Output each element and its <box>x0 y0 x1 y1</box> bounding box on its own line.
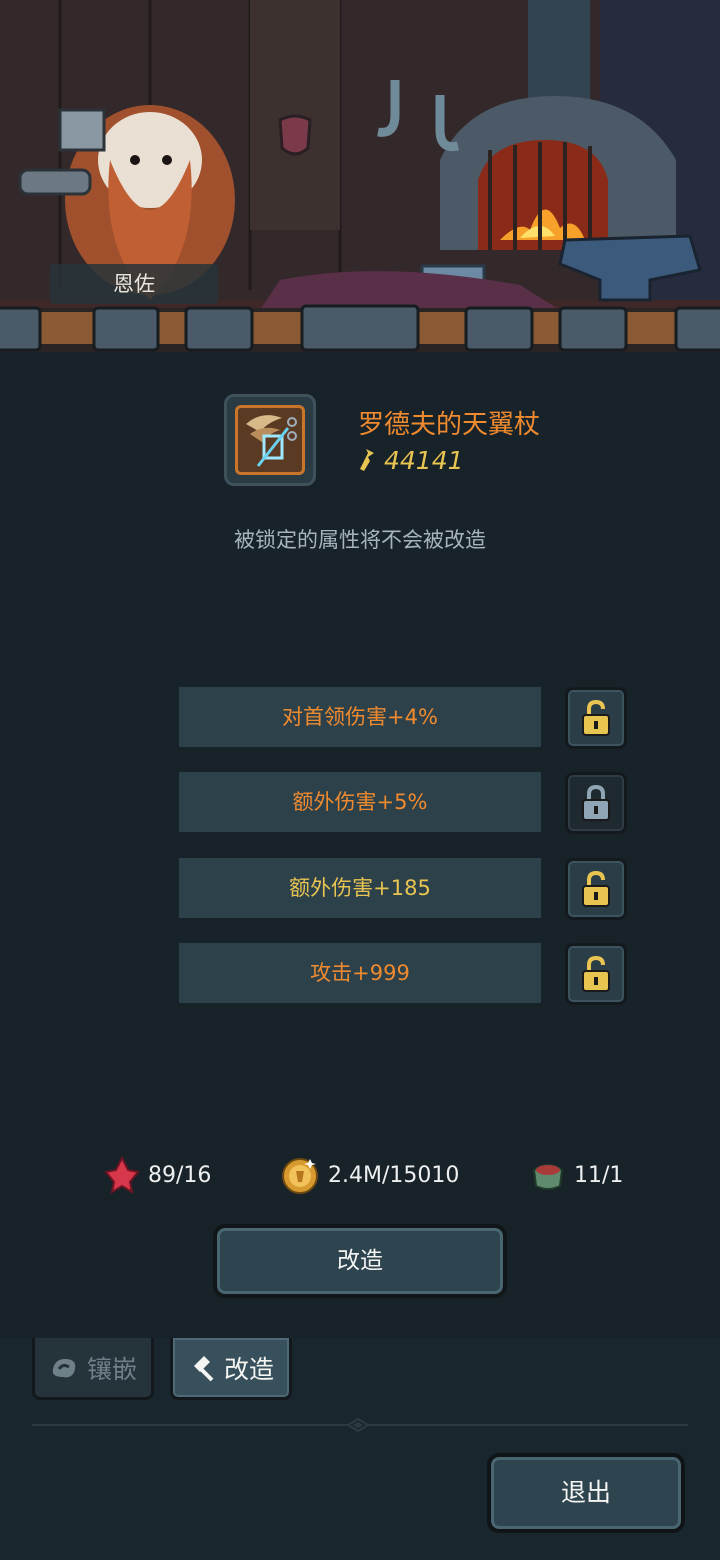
resource-crystal: 89/16 <box>104 1154 211 1196</box>
exit-button[interactable]: 退出 <box>487 1453 685 1533</box>
lock-toggle-1[interactable] <box>565 687 627 749</box>
reforge-stone-icon <box>532 1164 564 1190</box>
gold-coin-icon <box>282 1158 318 1194</box>
tab-reforge[interactable]: 改造 <box>170 1338 292 1400</box>
lock-hint-text: 被锁定的属性将不会被改造 <box>234 528 486 552</box>
combat-power-icon <box>360 449 374 471</box>
item-power: 44141 <box>356 444 464 476</box>
reforge-button[interactable]: 改造 <box>213 1224 507 1298</box>
attribute-text: 额外伤害+5% <box>292 790 428 814</box>
attribute-row-1: 对首领伤害+4% <box>179 687 541 747</box>
lock-toggle-4[interactable] <box>565 943 627 1005</box>
resource-crystal-value: 89/16 <box>148 1162 212 1188</box>
blacksmith-scene: 恩佐 <box>0 0 720 352</box>
tab-inlay-label: 镶嵌 <box>86 1354 137 1384</box>
unlocked-padlock-icon <box>582 699 610 736</box>
resource-gold: 2.4M/15010 <box>280 1154 459 1196</box>
item-slot[interactable] <box>224 394 316 486</box>
lock-toggle-3[interactable] <box>565 858 627 920</box>
resource-gold-value: 2.4M/15010 <box>328 1162 460 1188</box>
unlocked-padlock-icon <box>582 870 610 907</box>
resource-stone: 11/1 <box>530 1154 623 1196</box>
attribute-text: 对首领伤害+4% <box>282 705 438 729</box>
red-crystal-icon <box>104 1156 140 1194</box>
lock-toggle-2[interactable] <box>565 772 627 834</box>
resource-stone-value: 11/1 <box>574 1162 624 1188</box>
locked-padlock-icon <box>582 784 610 821</box>
npc-name-label: 恩佐 <box>50 264 218 304</box>
attribute-text: 攻击+999 <box>310 961 410 985</box>
hammer-icon <box>193 1355 214 1381</box>
divider-ornament-icon <box>346 1418 370 1432</box>
tab-inlay[interactable]: 镶嵌 <box>32 1338 154 1400</box>
attribute-row-3: 额外伤害+185 <box>179 858 541 918</box>
item-name: 罗德夫的天翼杖 <box>358 410 541 440</box>
attribute-row-4: 攻击+999 <box>179 943 541 1003</box>
winged-staff-icon <box>235 405 305 475</box>
gem-icon <box>52 1358 76 1377</box>
unlocked-padlock-icon <box>582 955 610 992</box>
attribute-row-2: 额外伤害+5% <box>179 772 541 832</box>
tab-reforge-label: 改造 <box>223 1354 274 1384</box>
item-power-value: 44141 <box>384 445 464 475</box>
attribute-text: 额外伤害+185 <box>289 876 431 900</box>
